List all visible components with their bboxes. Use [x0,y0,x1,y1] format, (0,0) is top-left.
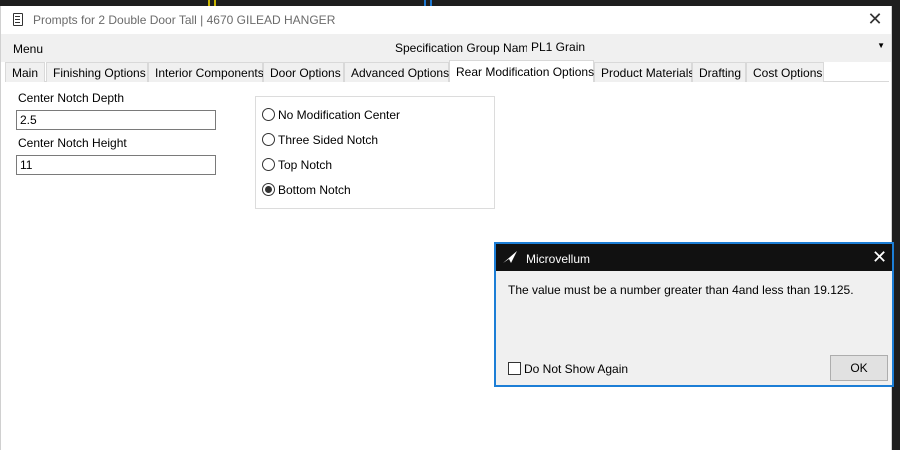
tab-finishing-options[interactable]: Finishing Options [46,62,148,82]
tab-interior-components[interactable]: Interior Components [148,62,264,82]
tab-cost-options[interactable]: Cost Options [746,62,824,82]
microvellum-dialog: Microvellum ✕ The value must be a number… [494,242,894,387]
radio-button[interactable] [262,133,275,146]
spec-group-label: Specification Group Name [395,41,536,55]
center-notch-depth-label: Center Notch Depth [18,91,125,105]
window-title: Prompts for 2 Double Door Tall | 4670 GI… [33,13,336,27]
ok-button[interactable]: OK [830,355,888,381]
menu-button[interactable]: Menu [13,42,43,56]
close-icon[interactable]: ✕ [867,10,883,28]
radio-label: Bottom Notch [278,183,351,197]
spec-group-dropdown[interactable]: PL1 Grain ▼ [527,37,889,57]
center-notch-depth-input[interactable]: 2.5 [16,110,216,130]
radio-label: Top Notch [278,158,333,172]
radio-label: Three Sided Notch [278,133,379,147]
tab-advanced-options[interactable]: Advanced Options [344,62,449,82]
window-titlebar: Prompts for 2 Double Door Tall | 4670 GI… [1,6,891,34]
radio-button-selected[interactable] [262,183,275,196]
center-notch-height-input[interactable]: 11 [16,155,216,175]
dialog-titlebar: Microvellum ✕ [496,244,892,271]
radio-button[interactable] [262,158,275,171]
notch-type-group: No Modification Center Three Sided Notch… [255,96,495,209]
tab-drafting[interactable]: Drafting [692,62,746,82]
center-notch-height-label: Center Notch Height [18,136,127,150]
tab-main[interactable]: Main [5,62,45,82]
dialog-title: Microvellum [526,252,591,266]
do-not-show-again-checkbox[interactable] [508,362,521,375]
tab-rear-modification-options[interactable]: Rear Modification Options [449,60,594,83]
tab-strip: Main Finishing Options Interior Componen… [5,60,889,83]
dialog-message: The value must be a number greater than … [508,283,854,297]
do-not-show-again-label: Do Not Show Again [524,362,629,376]
tab-door-options[interactable]: Door Options [263,62,344,82]
close-icon[interactable]: ✕ [872,248,887,266]
microvellum-logo-icon [503,251,517,263]
chevron-down-icon: ▼ [877,41,885,50]
form-icon [13,13,23,26]
menubar: Menu Specification Group Name PL1 Grain … [1,34,891,62]
tab-product-materials[interactable]: Product Materials [594,62,694,82]
spec-group-value: PL1 Grain [531,40,586,54]
radio-label: No Modification Center [278,108,401,122]
radio-button[interactable] [262,108,275,121]
